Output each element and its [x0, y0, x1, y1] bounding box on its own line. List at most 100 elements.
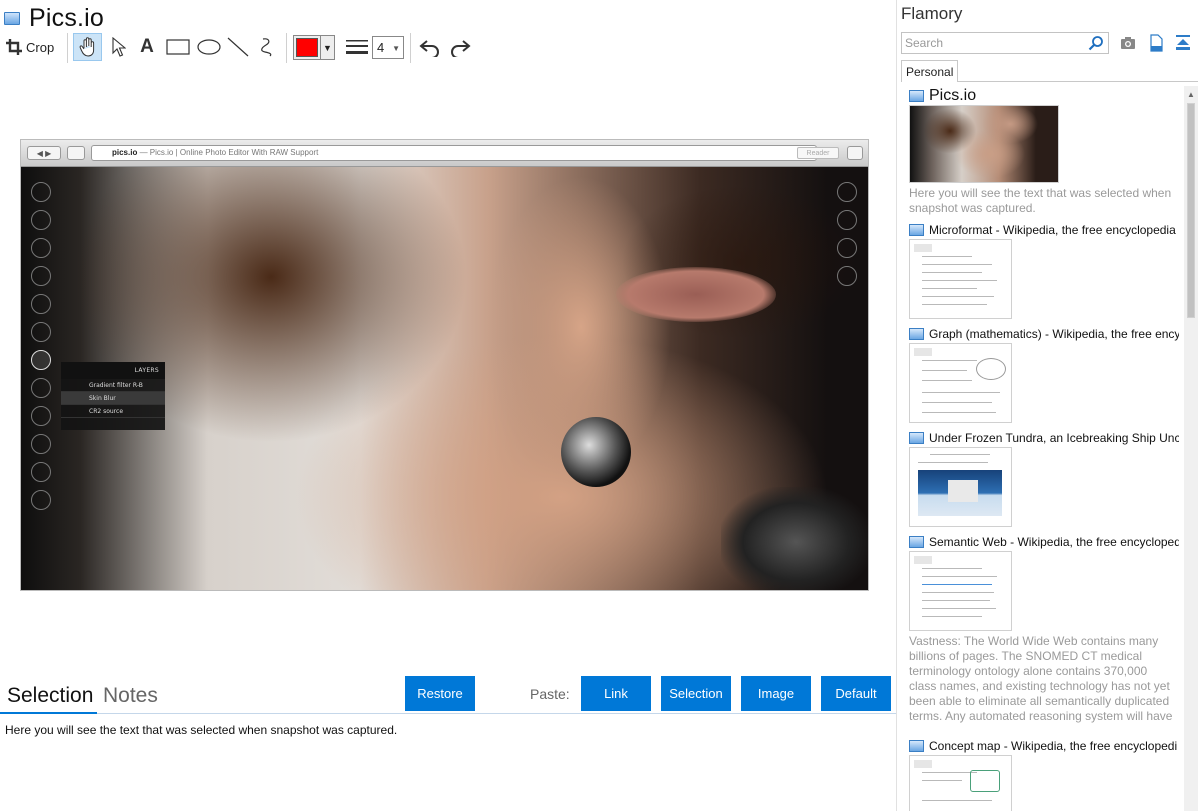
thumbnail-line [922, 780, 962, 781]
pen-icon [31, 462, 51, 482]
thumbnail-line [922, 392, 1000, 393]
line-width-button[interactable] [344, 33, 370, 61]
undo-button[interactable] [416, 33, 444, 61]
layer-row: CR2 source [61, 405, 165, 418]
camera-icon[interactable] [1120, 34, 1136, 52]
list-item-description: Vastness: The World Wide Web contains ma… [909, 634, 1173, 723]
paste-default-button[interactable]: Default [821, 676, 891, 711]
paste-selection-button[interactable]: Selection [661, 676, 731, 711]
paste-link-button[interactable]: Link [581, 676, 651, 711]
thumbnail-line [922, 280, 997, 281]
list-item[interactable]: Semantic Web - Wikipedia, the free encyc… [909, 534, 1179, 724]
list-item-thumbnail [909, 343, 1012, 423]
restore-button[interactable]: Restore [405, 676, 475, 711]
snapshot-layers-panel: LAYERS Gradient filter R-B Skin Blur CR2… [61, 362, 165, 430]
editor-pane: Pics.io Crop A ▼ 4 ▼ ◀ ▶ pics.io — Pics.… [0, 0, 896, 811]
hand-tool-button[interactable] [73, 33, 102, 61]
thumbnail-line [922, 288, 977, 289]
scroll-up-icon[interactable]: ▲ [1187, 90, 1195, 99]
photo-detail [616, 267, 776, 322]
freehand-tool-button[interactable] [254, 33, 280, 61]
thumbnail-header [914, 760, 932, 768]
redo-button[interactable] [446, 33, 474, 61]
list-item-title: Concept map - Wikipedia, the free encycl… [929, 739, 1178, 753]
ellipse-tool-button[interactable] [195, 33, 223, 61]
list-item-thumbnail [909, 551, 1012, 631]
app-icon [909, 536, 924, 548]
crop-button[interactable]: Crop [6, 33, 62, 61]
chevron-down-icon: ▼ [320, 36, 334, 59]
select-tool-button[interactable] [107, 33, 131, 61]
list-scrollbar[interactable]: ▲ [1184, 86, 1198, 811]
thumbnail-header [914, 244, 932, 252]
thumbnail-line [922, 608, 996, 609]
thumbnail-line [922, 800, 992, 801]
add-icon [31, 490, 51, 510]
rectangle-tool-button[interactable] [164, 33, 192, 61]
color-picker[interactable]: ▼ [293, 35, 335, 60]
line-width-select[interactable]: 4 ▼ [372, 36, 404, 59]
list-item-thumbnail [909, 755, 1012, 811]
tab-notes[interactable]: Notes [103, 684, 158, 708]
hand-icon [79, 37, 94, 57]
download-icon [847, 146, 863, 160]
snapshot-list: Pics.io Here you will see the text that … [897, 86, 1184, 811]
thumbnail-line [922, 380, 972, 381]
snapshot-url-host: pics.io [112, 148, 138, 157]
snapshot-right-toolbar [837, 182, 859, 294]
selection-text[interactable]: Here you will see the text that was sele… [5, 723, 397, 737]
thumbnail-line [918, 462, 988, 463]
tab-personal[interactable]: Personal [901, 60, 959, 82]
paste-label: Paste: [530, 686, 570, 702]
list-item-title: Under Frozen Tundra, an Icebreaking Ship… [929, 431, 1179, 445]
search-box [901, 32, 1109, 54]
list-item[interactable]: Under Frozen Tundra, an Icebreaking Ship… [909, 430, 1179, 527]
paste-image-button[interactable]: Image [741, 676, 811, 711]
list-item-header: Semantic Web - Wikipedia, the free encyc… [909, 534, 1179, 550]
line-width-icon [346, 40, 368, 54]
text-tool-button[interactable]: A [135, 33, 159, 61]
list-item-title: Pics.io [929, 88, 977, 104]
app-icon [909, 740, 924, 752]
drawing-toolbar: Crop A ▼ 4 ▼ [4, 33, 884, 63]
crop-label: Crop [26, 39, 55, 55]
app-icon [909, 328, 924, 340]
search-icon[interactable] [1088, 35, 1104, 51]
thumbnail-diagram [970, 770, 1000, 792]
thumbnail-line [922, 568, 982, 569]
thumbnail-header [914, 348, 932, 356]
freehand-icon [261, 38, 272, 57]
snapshot-image[interactable]: ◀ ▶ pics.io — Pics.io | Online Photo Edi… [20, 139, 869, 591]
tab-underline [957, 81, 1198, 82]
ellipse-icon [197, 39, 221, 55]
thumbnail-line [922, 412, 996, 413]
crop-icon [31, 294, 51, 314]
page-icon[interactable] [1148, 34, 1164, 52]
app-icon [909, 90, 924, 102]
thumbnail-photo [918, 470, 1002, 516]
thumbnail-line [922, 772, 977, 773]
list-item[interactable]: Pics.io Here you will see the text that … [909, 88, 1179, 216]
thumbnail-line [922, 296, 994, 297]
home-icon [31, 182, 51, 202]
app-icon [4, 11, 20, 25]
line-tool-button[interactable] [225, 33, 251, 61]
thumbnail-line [922, 360, 977, 361]
list-item[interactable]: Microformat - Wikipedia, the free encycl… [909, 222, 1179, 319]
flamory-title: Flamory [901, 4, 963, 23]
tray-icon[interactable] [1175, 34, 1191, 52]
thumbnail-line [922, 600, 990, 601]
list-item[interactable]: Concept map - Wikipedia, the free encycl… [909, 738, 1179, 811]
active-tab-indicator [0, 712, 97, 714]
flamory-pane: Flamory Personal Pics.io Here you will s… [897, 0, 1198, 811]
tab-selection[interactable]: Selection [7, 684, 93, 708]
scrollbar-thumb[interactable] [1187, 103, 1195, 318]
cursor-arrow-icon [112, 37, 126, 57]
rectangle-icon [166, 39, 190, 55]
list-item-header: Microformat - Wikipedia, the free encycl… [909, 222, 1179, 238]
toolbar-separator [67, 33, 68, 63]
editor-title-row: Pics.io [4, 3, 104, 33]
thumbnail-line [922, 256, 972, 257]
search-input[interactable] [902, 33, 1082, 53]
list-item[interactable]: Graph (mathematics) - Wikipedia, the fre… [909, 326, 1179, 423]
